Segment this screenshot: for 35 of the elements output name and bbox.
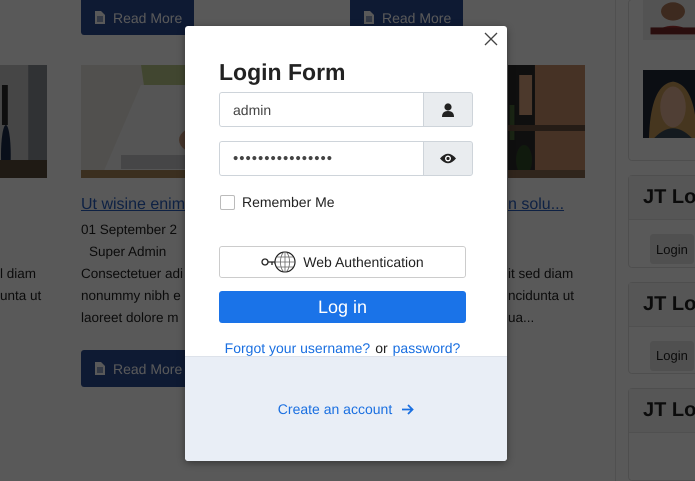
excerpt-text: ncidunta ut: [508, 288, 574, 303]
forgot-password-link[interactable]: password?: [392, 340, 460, 356]
remember-label: Remember Me: [242, 194, 335, 210]
excerpt-text: Consectetuer adi: [81, 266, 184, 281]
document-icon: [364, 11, 374, 24]
username-field[interactable]: admin: [219, 92, 423, 127]
excerpt-text: ua...: [508, 310, 534, 325]
document-icon: [95, 362, 105, 375]
show-password-button[interactable]: [423, 141, 473, 176]
close-icon: [484, 32, 498, 46]
user-icon: [442, 102, 454, 116]
create-account-link[interactable]: Create an account: [278, 401, 414, 417]
web-authentication-button[interactable]: Web Authentication: [219, 246, 466, 278]
excerpt-text: it sed diam: [508, 266, 574, 281]
article-title-link[interactable]: n solu...: [508, 196, 564, 213]
excerpt-text: laoreet dolore m: [81, 310, 179, 325]
login-button[interactable]: Login: [650, 340, 694, 371]
key-globe-icon: [261, 250, 298, 274]
remember-checkbox[interactable]: [220, 194, 235, 210]
eye-icon: [440, 153, 456, 164]
document-icon: [95, 11, 105, 24]
or-text: or: [375, 340, 388, 356]
login-button[interactable]: Login: [650, 234, 694, 264]
forgot-username-link[interactable]: Forgot your username?: [224, 340, 370, 356]
article-date: 01 September 2: [81, 222, 178, 237]
password-field[interactable]: ••••••••••••••••: [219, 141, 423, 176]
form-title: Login Form: [219, 58, 346, 86]
excerpt-text: l diam: [0, 266, 36, 281]
read-more-button[interactable]: Read More: [81, 0, 194, 35]
article-title-link[interactable]: Ut wisine enim: [81, 196, 186, 213]
log-in-button[interactable]: Log in: [219, 291, 466, 323]
excerpt-text: nonummy nibh e: [81, 288, 181, 303]
arrow-right-icon: [402, 404, 414, 414]
excerpt-text: unta ut: [0, 288, 42, 303]
article-author: Super Admin: [88, 244, 166, 259]
